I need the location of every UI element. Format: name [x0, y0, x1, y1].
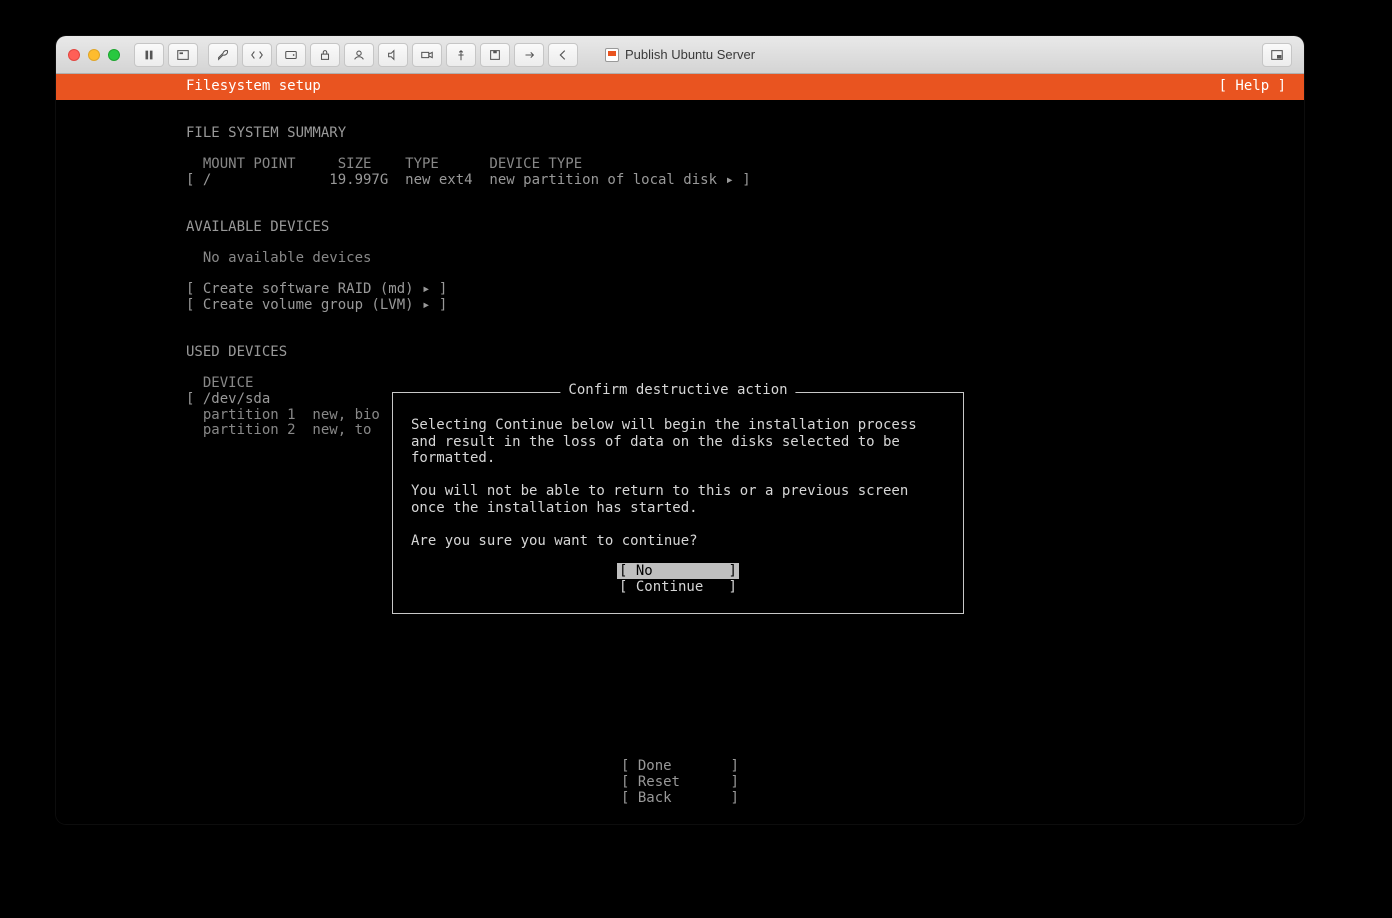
dialog-buttons: [ No ] [ Continue ]	[411, 563, 945, 595]
titlebar: Publish Ubuntu Server	[56, 36, 1304, 74]
terminal-content: Filesystem setup [ Help ] FILE SYSTEM SU…	[56, 74, 1304, 824]
reset-button[interactable]: [ Reset ]	[621, 774, 739, 790]
floppy-icon[interactable]	[480, 43, 510, 67]
code-icon[interactable]	[242, 43, 272, 67]
continue-button[interactable]: [ Continue ]	[619, 579, 737, 595]
fs-summary-columns: MOUNT POINT SIZE TYPE DEVICE TYPE	[186, 156, 582, 172]
help-button[interactable]: [ Help ]	[1219, 79, 1286, 95]
disk-icon[interactable]	[276, 43, 306, 67]
dialog-para1: Selecting Continue below will begin the …	[411, 417, 925, 466]
lock-icon[interactable]	[310, 43, 340, 67]
used-partition-1: partition 1 new, bio	[186, 407, 380, 423]
no-available-devices: No available devices	[186, 250, 371, 266]
footer-buttons: [ Done ] [ Reset ] [ Back ]	[56, 758, 1304, 806]
fullscreen-icon[interactable]	[108, 49, 120, 61]
sound-icon[interactable]	[378, 43, 408, 67]
create-raid-button[interactable]: [ Create software RAID (md) ▸ ]	[186, 281, 447, 297]
share-icon[interactable]	[514, 43, 544, 67]
usb-icon[interactable]	[446, 43, 476, 67]
minimize-icon[interactable]	[88, 49, 100, 61]
toolbar-group-2	[208, 43, 578, 67]
create-lvm-button[interactable]: [ Create volume group (LVM) ▸ ]	[186, 297, 447, 313]
dialog-para3: Are you sure you want to continue?	[411, 533, 698, 549]
fs-summary-heading: FILE SYSTEM SUMMARY	[186, 125, 346, 141]
window-controls	[68, 49, 120, 61]
dialog-para2: You will not be able to return to this o…	[411, 483, 917, 516]
toolbar-right	[1262, 43, 1292, 67]
available-heading: AVAILABLE DEVICES	[186, 219, 329, 235]
window-title-text: Publish Ubuntu Server	[625, 47, 755, 62]
chevron-left-icon[interactable]	[548, 43, 578, 67]
close-icon[interactable]	[68, 49, 80, 61]
confirm-dialog: Confirm destructive action Selecting Con…	[392, 392, 964, 614]
app-icon	[605, 48, 619, 62]
used-device-col: DEVICE	[186, 375, 253, 391]
dialog-title: Confirm destructive action	[560, 383, 795, 399]
camera-icon[interactable]	[412, 43, 442, 67]
page-title: Filesystem setup	[186, 79, 321, 95]
used-heading: USED DEVICES	[186, 344, 287, 360]
fs-summary-row[interactable]: [ / 19.997G new ext4 new partition of lo…	[186, 172, 751, 188]
used-partition-2: partition 2 new, to	[186, 422, 371, 438]
pause-button[interactable]	[134, 43, 164, 67]
installer-header: Filesystem setup [ Help ]	[56, 74, 1304, 100]
no-button[interactable]: [ No ]	[617, 563, 739, 579]
wrench-icon[interactable]	[208, 43, 238, 67]
done-button[interactable]: [ Done ]	[621, 758, 739, 774]
app-window: Publish Ubuntu Server Filesystem setup […	[56, 36, 1304, 824]
used-device-row[interactable]: [ /dev/sda	[186, 391, 270, 407]
snapshot-button[interactable]	[168, 43, 198, 67]
user-icon[interactable]	[344, 43, 374, 67]
back-button[interactable]: [ Back ]	[621, 790, 739, 806]
pip-icon[interactable]	[1262, 43, 1292, 67]
toolbar-group-1	[134, 43, 198, 67]
dialog-body: Selecting Continue below will begin the …	[411, 417, 945, 549]
